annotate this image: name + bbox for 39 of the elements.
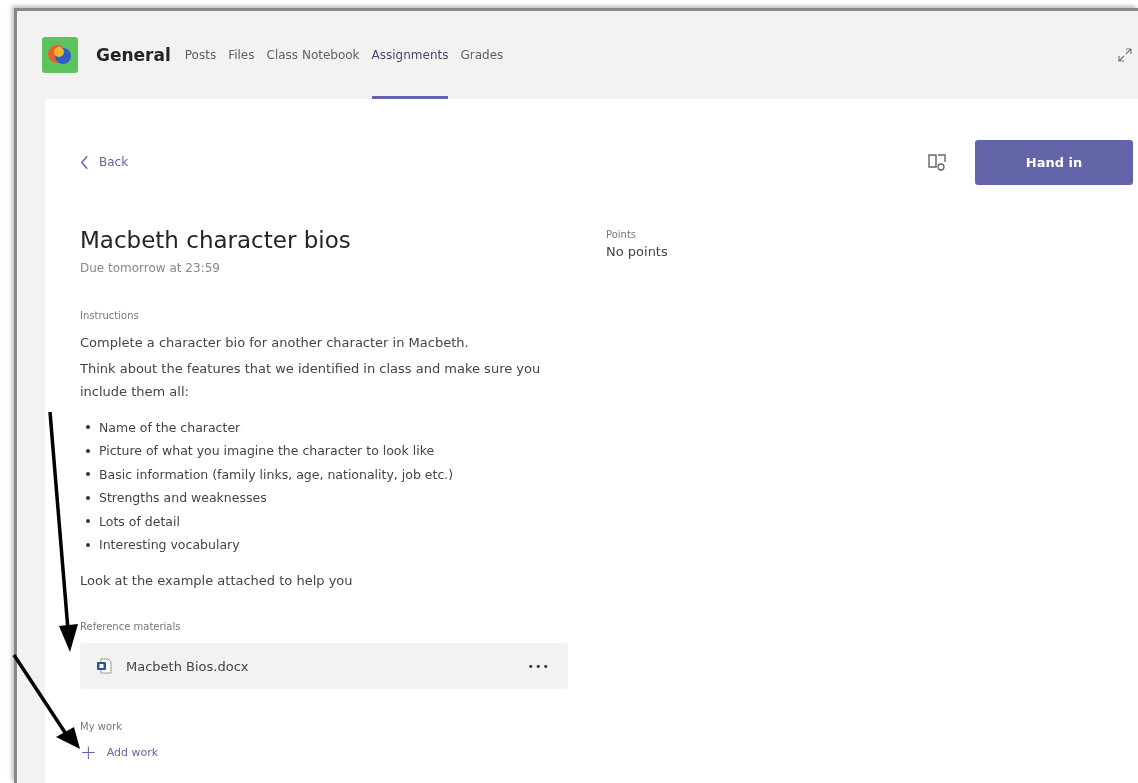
more-options-button[interactable]: ••• bbox=[527, 659, 550, 673]
assignment-title: Macbeth character bios bbox=[80, 227, 352, 253]
hand-in-button[interactable]: Hand in bbox=[975, 139, 1133, 185]
bullet-text: Lots of detail bbox=[99, 512, 180, 531]
instruction-text: Complete a character bio for another character in Macbeth. bbox=[80, 334, 470, 352]
bullet-text: Basic information (family links, age, nationality, job etc.) bbox=[99, 465, 454, 484]
bullet-icon bbox=[86, 519, 90, 524]
bullet-text: Interesting vocabulary bbox=[99, 536, 240, 554]
add-work-link[interactable]: + Add work bbox=[80, 740, 568, 764]
tab[interactable]: Grades bbox=[460, 11, 504, 99]
instruction-text: Look at the example attached to help you bbox=[80, 571, 354, 590]
section-label: Reference materials bbox=[80, 621, 182, 632]
immersive-reader-icon[interactable] bbox=[927, 152, 947, 172]
due-date: Due tomorrow at 23:59 bbox=[80, 261, 221, 275]
points-value: No points bbox=[606, 244, 668, 259]
attachment-card[interactable]: Macbeth Bios.docx ••• bbox=[80, 643, 568, 689]
bullet-icon bbox=[86, 425, 90, 430]
points-label: Points bbox=[606, 229, 638, 240]
back-link[interactable]: Back bbox=[80, 154, 129, 170]
bullet-text: Name of the character bbox=[99, 418, 241, 437]
tab[interactable]: Class Notebook bbox=[266, 11, 360, 99]
file-name: Macbeth Bios.docx bbox=[126, 658, 249, 674]
word-document-icon bbox=[96, 658, 112, 674]
instruction-text: Think about the features that we identified in class and make sure you include them all: bbox=[80, 359, 542, 401]
section-label: Instructions bbox=[80, 310, 140, 321]
tab[interactable]: Files bbox=[228, 11, 255, 99]
bullet-icon bbox=[86, 495, 90, 500]
tab[interactable]: Posts bbox=[184, 11, 217, 99]
bullet-text: Picture of what you imagine the character to look like bbox=[99, 442, 435, 460]
bullet-icon bbox=[86, 472, 90, 477]
chevron-left-icon bbox=[80, 154, 89, 170]
bullet-text: Strengths and weaknesses bbox=[99, 489, 267, 507]
plus-icon: + bbox=[80, 740, 97, 764]
expand-icon[interactable] bbox=[1118, 48, 1132, 62]
section-label: My work bbox=[80, 721, 123, 732]
channel-name: General bbox=[96, 45, 171, 65]
bullet-icon bbox=[86, 542, 90, 547]
bullet-icon bbox=[86, 448, 90, 453]
team-logo-icon bbox=[42, 37, 78, 73]
